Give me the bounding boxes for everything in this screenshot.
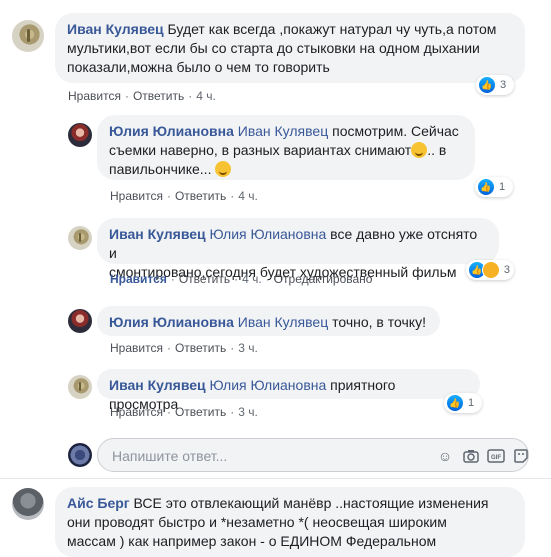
reaction-count: 1 <box>499 181 506 193</box>
thinking-emoji-icon <box>411 142 428 158</box>
like-link[interactable]: Нравится <box>68 89 121 103</box>
avatar[interactable] <box>68 123 92 147</box>
comment-mention[interactable]: Иван Кулявец <box>238 123 328 139</box>
reply-input[interactable] <box>110 445 414 467</box>
reply-link[interactable]: Ответить <box>175 189 226 203</box>
current-user-avatar[interactable] <box>68 443 92 467</box>
comment-text: показали,можна было о чем то говорить <box>67 59 330 75</box>
comment-text: .. в <box>427 142 447 158</box>
svg-text:GIF: GIF <box>491 455 501 461</box>
comment-text: посмотрим. Сейчас <box>332 123 459 139</box>
divider <box>0 478 551 479</box>
avatar[interactable] <box>68 309 92 333</box>
avatar[interactable] <box>68 226 92 250</box>
comment-actions: Нравится · Ответить · 4 ч. · Отредактировано <box>110 272 373 286</box>
comment-time[interactable]: 4 ч. <box>238 189 258 203</box>
emoji-icon[interactable]: ☺ <box>436 447 454 465</box>
like-link[interactable]: Нравится <box>110 341 163 355</box>
haha-reaction-icon <box>481 261 500 279</box>
comment-text: павильончике... <box>109 161 212 177</box>
comment-author[interactable]: Юлия Юлиановна <box>109 123 234 139</box>
comment-actions: Нравится · Ответить · 3 ч. <box>110 341 258 355</box>
like-link[interactable]: Нравится <box>110 272 167 286</box>
reaction-summary[interactable]: 👍 3 <box>466 260 514 280</box>
comment-author[interactable]: Иван Кулявец <box>67 21 164 37</box>
like-reaction-icon: 👍 <box>446 394 464 412</box>
avatar[interactable] <box>68 375 92 399</box>
comment-bubble: Иван Кулявец Юлия Юлиановна приятного пр… <box>97 369 480 412</box>
comment-time[interactable]: 3 ч. <box>238 405 258 419</box>
comment-mention[interactable]: Юлия Юлиановна <box>210 377 327 393</box>
reply-link[interactable]: Ответить <box>179 272 230 286</box>
comment-actions: Нравится · Ответить · 4 ч. <box>68 89 216 103</box>
comment-bubble: Иван Кулявец Будет как всегда ,покажут н… <box>55 13 525 83</box>
reaction-count: 1 <box>468 397 475 409</box>
reply-box[interactable]: ☺ GIF <box>97 438 529 472</box>
like-link[interactable]: Нравится <box>110 405 163 419</box>
comment-text: ВСЕ это отвлекающий манёвр ..настоящие и… <box>133 495 489 511</box>
edited-label[interactable]: Отредактировано <box>274 272 373 286</box>
like-link[interactable]: Нравится <box>110 189 163 203</box>
like-reaction-icon: 👍 <box>478 76 496 94</box>
reply-link[interactable]: Ответить <box>133 89 184 103</box>
avatar[interactable] <box>12 20 44 52</box>
reply-link[interactable]: Ответить <box>175 341 226 355</box>
comment-time[interactable]: 4 ч. <box>242 272 262 286</box>
like-reaction-icon: 👍 <box>477 178 495 196</box>
comment-text: точно, в точку! <box>332 314 426 330</box>
comment-text: они проводят быстро и *незаметно *( неос… <box>67 514 447 530</box>
reaction-summary[interactable]: 👍 1 <box>475 177 513 197</box>
gif-icon[interactable]: GIF <box>487 447 505 465</box>
reply-link[interactable]: Ответить <box>175 405 226 419</box>
comment-time[interactable]: 3 ч. <box>238 341 258 355</box>
camera-icon[interactable] <box>462 447 480 465</box>
comment-actions: Нравится · Ответить · 3 ч. <box>110 405 258 419</box>
comment-time[interactable]: 4 ч. <box>196 89 216 103</box>
comment-mention[interactable]: Иван Кулявец <box>238 314 328 330</box>
avatar[interactable] <box>12 488 44 520</box>
comment-text: мультики,вот если бы со старта до стыков… <box>67 40 480 56</box>
comment-mention[interactable]: Юлия Юлиановна <box>210 226 327 242</box>
reaction-summary[interactable]: 👍 1 <box>444 393 482 413</box>
comment-bubble: Юлия Юлиановна Иван Кулявец посмотрим. С… <box>97 115 475 180</box>
comment-bubble: Айс Берг ВСЕ это отвлекающий манёвр ..на… <box>55 487 525 557</box>
reaction-count: 3 <box>500 79 507 91</box>
sticker-icon[interactable] <box>512 447 530 465</box>
comment-bubble: Иван Кулявец Юлия Юлиановна все давно уж… <box>97 218 499 280</box>
comment-author[interactable]: Айс Берг <box>67 495 130 511</box>
comment-bubble: Юлия Юлиановна Иван Кулявец точно, в точ… <box>97 306 440 336</box>
comment-author[interactable]: Юлия Юлиановна <box>109 314 234 330</box>
comment-text: съемки наверно, в разных вариантах снима… <box>109 142 412 158</box>
reaction-summary[interactable]: 👍 3 <box>476 75 514 95</box>
comment-text: массам ) как например закон - о ЕДИНОМ Ф… <box>67 533 437 549</box>
grimace-emoji-icon <box>215 161 232 177</box>
reaction-count: 3 <box>503 264 510 276</box>
comment-author[interactable]: Иван Кулявец <box>109 377 206 393</box>
comment-author[interactable]: Иван Кулявец <box>109 226 206 242</box>
comment-actions: Нравится · Ответить · 4 ч. <box>110 189 258 203</box>
comment-text: Будет как всегда ,покажут натурал чу чут… <box>167 21 497 37</box>
